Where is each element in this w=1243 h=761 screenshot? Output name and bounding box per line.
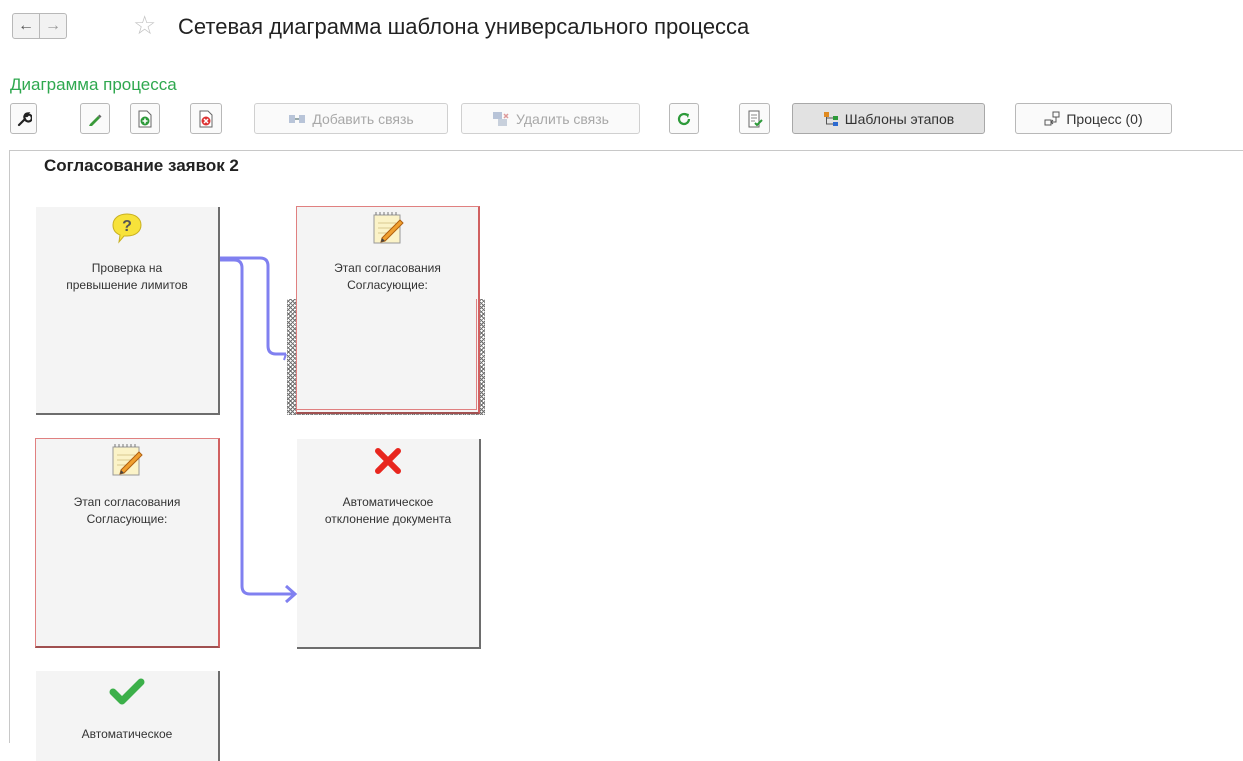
document-delete-icon xyxy=(199,110,213,127)
arrow-left-icon: ← xyxy=(18,17,34,34)
process-icon xyxy=(1044,111,1060,127)
wrench-icon xyxy=(17,111,32,126)
node-label-line2: превышение лимитов xyxy=(66,278,188,292)
node-label-line2: Согласующие: xyxy=(86,512,168,526)
stage-templates-button[interactable]: Шаблоны этапов xyxy=(792,103,985,134)
add-link-button[interactable]: Добавить связь xyxy=(254,103,448,134)
stage-templates-label: Шаблоны этапов xyxy=(844,110,955,127)
node-limit-check[interactable]: ? Проверка на превышение лимитов xyxy=(36,207,220,415)
node-label-line1: Автоматическое xyxy=(342,495,434,509)
add-link-icon xyxy=(288,112,306,126)
report-button[interactable] xyxy=(739,103,770,134)
node-approval-stage-2[interactable]: Этап согласования Согласующие: xyxy=(35,438,220,648)
delete-stage-button[interactable] xyxy=(190,103,222,134)
delete-link-button[interactable]: Удалить связь xyxy=(461,103,640,134)
add-link-label: Добавить связь xyxy=(312,110,414,127)
node-label-line1: Автоматическое xyxy=(81,727,173,741)
svg-text:?: ? xyxy=(122,218,132,235)
back-button[interactable]: ← xyxy=(12,13,40,39)
green-check-icon xyxy=(36,677,218,707)
forward-button[interactable]: → xyxy=(39,13,67,39)
node-auto-approve[interactable]: Автоматическое xyxy=(36,671,220,761)
selected-node-body xyxy=(297,299,477,410)
delete-link-label: Удалить связь xyxy=(516,110,609,127)
node-auto-reject[interactable]: Автоматическое отклонение документа xyxy=(297,439,481,649)
hierarchy-icon xyxy=(823,111,839,127)
notepad-pencil-icon xyxy=(297,211,478,247)
document-add-icon xyxy=(138,110,152,127)
refresh-icon xyxy=(677,112,691,125)
question-icon: ? xyxy=(36,211,218,245)
page-title: Сетевая диаграмма шаблона универсального… xyxy=(178,14,750,39)
node-label-line1: Проверка на xyxy=(91,261,163,275)
red-cross-icon xyxy=(297,445,479,477)
notepad-pencil-icon xyxy=(36,443,218,479)
process-button[interactable]: Процесс (0) xyxy=(1015,103,1172,134)
refresh-button[interactable] xyxy=(669,103,699,134)
favorite-star-icon[interactable]: ☆ xyxy=(133,10,156,40)
settings-button[interactable] xyxy=(10,103,37,134)
add-stage-button[interactable] xyxy=(130,103,160,134)
section-title: Диаграмма процесса xyxy=(10,75,177,94)
process-title: Согласование заявок 2 xyxy=(44,156,239,175)
node-label-line1: Этап согласования xyxy=(73,495,181,509)
arrow-right-icon: → xyxy=(45,17,61,34)
edit-button[interactable] xyxy=(80,103,110,134)
node-label-line2: отклонение документа xyxy=(324,512,452,526)
pencil-icon xyxy=(89,114,102,126)
node-label-line1: Этап согласования xyxy=(334,261,441,275)
delete-link-icon xyxy=(492,111,510,127)
document-check-icon xyxy=(748,110,763,127)
node-label-line2: Согласующие: xyxy=(347,278,428,292)
process-label: Процесс (0) xyxy=(1066,110,1143,127)
